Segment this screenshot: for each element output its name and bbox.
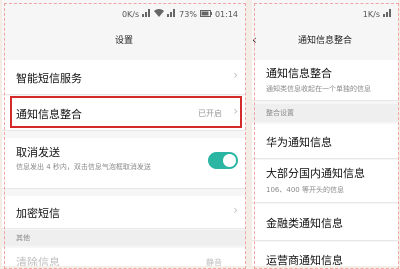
highlight-box: [10, 96, 242, 128]
huawei-notification-row[interactable]: 华为通知信息: [252, 124, 398, 159]
row-title: 运营商通知信息: [266, 254, 343, 266]
row-subtitle: 信息发出 4 秒内，双击信息气泡框取消发送: [16, 163, 151, 171]
network-speed: 1K/s: [362, 9, 380, 19]
cancel-send-toggle[interactable]: [208, 152, 238, 169]
row-title: 华为通知信息: [266, 136, 332, 149]
row-title: 金融类通知信息: [266, 217, 343, 230]
page-title: 设置: [114, 35, 133, 46]
toggle-knob: [223, 154, 236, 167]
clock-time: 01:14: [214, 9, 238, 19]
page-title: 通知信息整合: [297, 35, 352, 46]
status-bar: 0K/s 73% 01:14: [2, 6, 246, 22]
row-title: 加密短信: [16, 207, 60, 220]
row-subtitle: 通知类信息收起在一个单独的信息: [266, 85, 371, 93]
nav-bar: ‹ 通知信息整合: [252, 26, 398, 52]
back-arrow-icon[interactable]: ‹: [252, 33, 257, 47]
chevron-right-icon: ›: [233, 203, 238, 217]
row-title: 清除信息: [16, 256, 60, 266]
row-subtitle: 106、400 等开头的信息: [266, 186, 344, 194]
status-bar: 1K/s: [252, 6, 398, 22]
nav-bar: 设置: [2, 26, 246, 52]
finance-notification-row[interactable]: 金融类通知信息: [252, 204, 398, 241]
signal-icon: [142, 9, 151, 19]
sim-icon: [167, 9, 176, 19]
partial-row[interactable]: 清除信息 静音: [2, 248, 246, 266]
carrier-notification-row[interactable]: 运营商通知信息: [252, 242, 398, 266]
domestic-notification-row[interactable]: 大部分国内通知信息 106、400 等开头的信息: [252, 160, 398, 203]
notification-merge-screen: 1K/s ‹ 通知信息整合 通知信息整合 通知类信息收起在一个单独的信息 整合设…: [252, 0, 398, 266]
row-title: 取消发送: [16, 146, 60, 159]
signal-icon: [383, 9, 392, 19]
battery-icon: [199, 9, 212, 19]
encrypted-sms-row[interactable]: 加密短信 ›: [2, 196, 246, 229]
battery-percent: 73%: [179, 9, 197, 19]
section-header-merge-settings: 整合设置: [252, 104, 398, 122]
section-header-other: 其他: [2, 230, 246, 246]
cancel-send-row: 取消发送 信息发出 4 秒内，双击信息气泡框取消发送: [2, 138, 246, 189]
row-title: 大部分国内通知信息: [266, 167, 365, 180]
row-title: 通知信息整合: [266, 67, 332, 80]
wifi-icon: [154, 9, 165, 19]
chevron-right-icon: ›: [233, 68, 238, 82]
smart-sms-service-row[interactable]: 智能短信服务 ›: [2, 60, 246, 95]
settings-screen: 0K/s 73% 01:14 设置 智能短信服务 › 通知信息整合 已开启 › …: [2, 0, 246, 266]
notification-merge-switch-row[interactable]: 通知信息整合 通知类信息收起在一个单独的信息: [252, 60, 398, 101]
status-label: 静音: [206, 258, 222, 266]
network-speed: 0K/s: [121, 9, 140, 19]
row-title: 智能短信服务: [16, 72, 82, 85]
